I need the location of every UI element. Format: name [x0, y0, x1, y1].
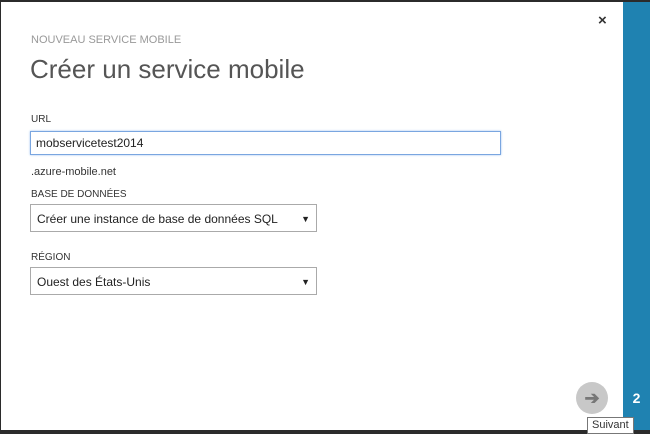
region-label: RÉGION	[31, 252, 71, 263]
url-input[interactable]: mobservicetest2014	[30, 131, 501, 155]
chevron-down-icon: ▼	[301, 214, 310, 224]
next-button[interactable]: ➔	[576, 382, 608, 414]
database-label: BASE DE DONNÉES	[31, 189, 127, 200]
new-mobile-service-dialog: × NOUVEAU SERVICE MOBILE Créer un servic…	[1, 2, 623, 430]
region-select-value: Ouest des États-Unis	[37, 275, 151, 289]
url-label: URL	[31, 114, 52, 125]
dialog-subtitle: NOUVEAU SERVICE MOBILE	[31, 34, 182, 46]
database-select-value: Créer une instance de base de données SQ…	[37, 212, 278, 226]
next-tooltip: Suivant	[587, 417, 634, 434]
step-panel: 2	[623, 2, 650, 430]
step-number: 2	[632, 390, 641, 406]
region-select[interactable]: Ouest des États-Unis ▼	[30, 267, 317, 295]
page-title: Créer un service mobile	[30, 54, 305, 84]
chevron-down-icon: ▼	[301, 277, 310, 287]
close-icon[interactable]: ×	[598, 12, 607, 29]
arrow-right-icon: ➔	[584, 388, 600, 408]
url-suffix: .azure-mobile.net	[31, 166, 116, 178]
database-select[interactable]: Créer une instance de base de données SQ…	[30, 204, 317, 232]
